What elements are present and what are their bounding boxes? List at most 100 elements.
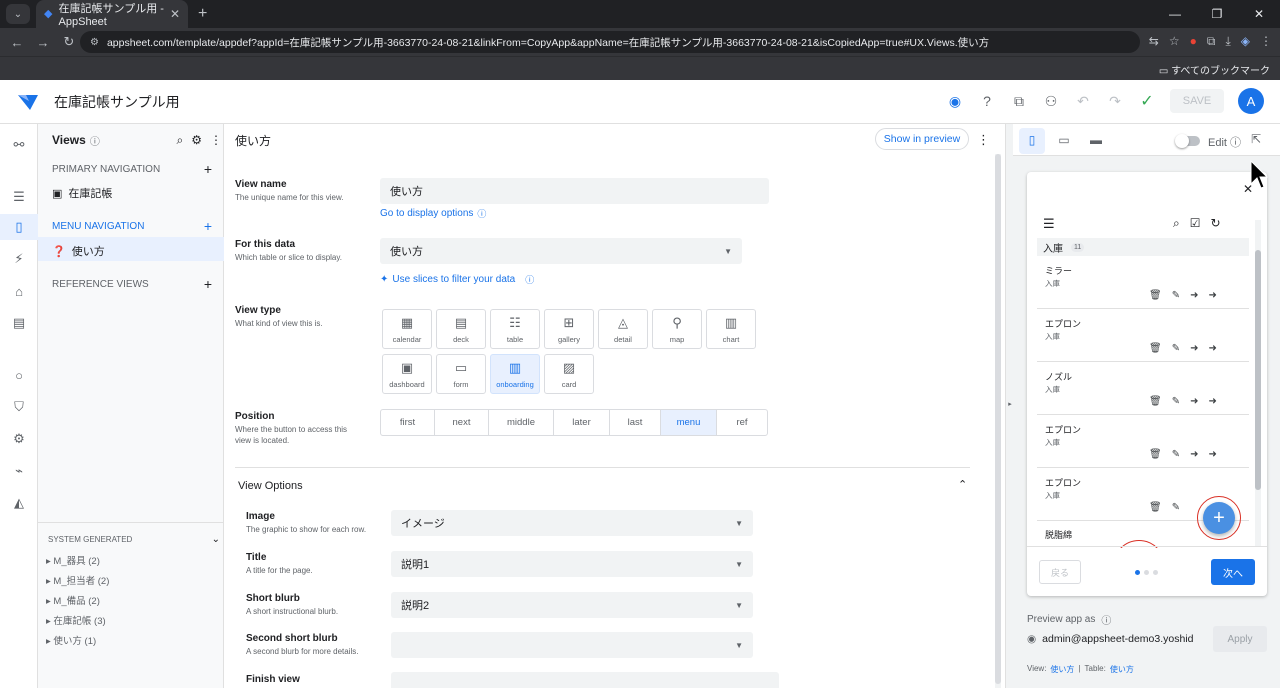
add-reference-view-icon[interactable]: + (204, 276, 212, 292)
phone-icon[interactable]: ▯ (1024, 132, 1040, 148)
delete-icon[interactable]: 🗑 (1149, 343, 1162, 354)
gear-icon[interactable]: ⚙ (191, 133, 202, 148)
image-select[interactable]: イメージ ▼ (391, 510, 753, 536)
edit-icon[interactable]: ✎ (1172, 343, 1180, 354)
back-button[interactable]: 戻る (1039, 560, 1081, 584)
go-icon[interactable]: ➜ (1208, 290, 1216, 301)
extension-icon[interactable]: ● (1190, 34, 1197, 49)
list-item[interactable]: エプロン 入庫 🗑 ✎ ➜ ➜ (1037, 309, 1249, 362)
edit-icon[interactable]: ✎ (1172, 290, 1180, 301)
list-item[interactable]: ミラー 入庫 🗑 ✎ ➜ ➜ (1037, 256, 1249, 309)
go-icon[interactable]: ➜ (1208, 396, 1216, 407)
scrollbar[interactable] (995, 154, 1001, 688)
edit-toggle[interactable] (1175, 134, 1200, 148)
view-options-header[interactable]: View Options (238, 480, 303, 492)
view-type-onboarding[interactable]: ▥ onboarding (490, 354, 540, 394)
close-window-icon[interactable]: ✕ (1238, 0, 1280, 28)
arrow-icon[interactable]: ➜ (1190, 343, 1198, 354)
intelligence-icon[interactable]: ○ (10, 366, 28, 384)
chevron-down-icon[interactable]: ⌄ (212, 534, 220, 545)
short-blurb-select[interactable]: 説明2 ▼ (391, 592, 753, 618)
reload-icon[interactable]: ↻ (56, 34, 82, 50)
panel-divider[interactable]: ▸ (1005, 124, 1013, 688)
delete-icon[interactable]: 🗑 (1149, 449, 1162, 460)
view-type-card[interactable]: ▨ card (544, 354, 594, 394)
list-item[interactable]: ノズル 入庫 🗑 ✎ ➜ ➜ (1037, 362, 1249, 415)
view-type-chart[interactable]: ▥ chart (706, 309, 756, 349)
download-icon[interactable]: ⤓ (1225, 34, 1230, 49)
display-options-link[interactable]: Go to display options ⓘ (380, 207, 486, 220)
view-type-map[interactable]: ⚲ map (652, 309, 702, 349)
edit-icon[interactable]: ✎ (1172, 502, 1180, 513)
table-icon[interactable]: ☰ (10, 188, 28, 206)
undo-icon[interactable]: ↶ (1074, 92, 1092, 110)
automation-icon[interactable]: ⌂ (10, 282, 28, 300)
system-item[interactable]: ▸ M_備品 (2) (46, 593, 100, 607)
second-blurb-select[interactable]: ▼ (391, 632, 753, 658)
apply-button[interactable]: Apply (1213, 626, 1267, 652)
select-checkbox-icon[interactable]: ☑ (1190, 216, 1201, 231)
tablet-icon[interactable]: ▭ (1056, 132, 1072, 148)
forward-icon[interactable]: → (30, 35, 56, 50)
delete-icon[interactable]: 🗑 (1149, 290, 1162, 301)
view-item-inventory[interactable]: ▣ 在庫記帳 (52, 185, 212, 201)
monitor-icon[interactable]: ⌁ (10, 462, 28, 480)
edit-icon[interactable]: ✎ (1172, 396, 1180, 407)
copy-icon[interactable]: ⧉ (1010, 92, 1028, 110)
view-type-calendar[interactable]: ▦ calendar (382, 309, 432, 349)
view-type-gallery[interactable]: ⊞ gallery (544, 309, 594, 349)
actions-icon[interactable]: ⚡ (10, 250, 28, 268)
show-in-preview-button[interactable]: Show in preview (875, 128, 969, 150)
for-data-select[interactable]: 使い方 ▼ (380, 238, 742, 264)
position-ref[interactable]: ref (717, 410, 767, 435)
info-icon[interactable]: ⓘ (90, 133, 100, 148)
more-options-icon[interactable]: ⋮ (977, 132, 990, 148)
arrow-icon[interactable]: ➜ (1190, 290, 1198, 301)
puzzle-icon[interactable]: ⧉ (1207, 34, 1216, 49)
address-bar[interactable]: ⚙ appsheet.com/template/appdef?appId=在庫記… (80, 31, 1140, 53)
next-button[interactable]: 次へ (1211, 559, 1255, 585)
view-item-howto[interactable]: ❓ 使い方 (52, 243, 212, 259)
group-header[interactable]: 入庫 11 (1037, 238, 1249, 256)
table-link[interactable]: 使い方 (1110, 664, 1134, 675)
finish-view-select[interactable] (391, 672, 779, 688)
arrow-icon[interactable]: ➜ (1190, 396, 1198, 407)
back-icon[interactable]: ← (4, 35, 30, 50)
system-item[interactable]: ▸ 在庫記帳 (3) (46, 613, 106, 627)
all-bookmarks[interactable]: ▭ すべてのブックマーク (1159, 62, 1270, 77)
add-fab-button[interactable]: + (1203, 502, 1235, 534)
browser-menu-icon[interactable]: ⋮ (1260, 34, 1272, 49)
system-item[interactable]: ▸ M_担当者 (2) (46, 573, 109, 587)
position-middle[interactable]: middle (489, 410, 554, 435)
system-generated-header[interactable]: SYSTEM GENERATED ⌄ (48, 534, 220, 545)
preview-eye-icon[interactable]: ◉ (946, 92, 964, 110)
delete-icon[interactable]: 🗑 (1149, 396, 1162, 407)
go-icon[interactable]: ➜ (1208, 449, 1216, 460)
security-icon[interactable]: ⛉ (10, 398, 28, 416)
sort-menu-icon[interactable]: ☰ (1043, 216, 1055, 232)
system-item[interactable]: ▸ 使い方 (1) (46, 633, 96, 647)
desktop-icon[interactable]: ▬ (1088, 132, 1104, 148)
search-icon[interactable]: ⌕ (1173, 216, 1180, 231)
view-type-deck[interactable]: ▤ deck (436, 309, 486, 349)
settings-icon[interactable]: ⚙ (10, 430, 28, 448)
phone-scrollbar[interactable] (1255, 220, 1261, 546)
go-icon[interactable]: ➜ (1208, 343, 1216, 354)
position-menu[interactable]: menu (661, 410, 717, 435)
save-button[interactable]: SAVE (1170, 89, 1224, 113)
more-icon[interactable]: ⋮ (210, 133, 222, 148)
minimize-icon[interactable]: — (1154, 0, 1196, 28)
use-slices-link[interactable]: ✦ Use slices to filter your data ⓘ (380, 273, 534, 286)
view-type-form[interactable]: ▭ form (436, 354, 486, 394)
arrow-icon[interactable]: ➜ (1190, 449, 1198, 460)
view-link[interactable]: 使い方 (1050, 664, 1074, 675)
site-info-icon[interactable]: ⚙ (90, 37, 99, 48)
view-type-table[interactable]: ☷ table (490, 309, 540, 349)
position-first[interactable]: first (381, 410, 435, 435)
position-later[interactable]: later (554, 410, 610, 435)
system-item[interactable]: ▸ M_器具 (2) (46, 553, 100, 567)
position-last[interactable]: last (610, 410, 661, 435)
redo-icon[interactable]: ↷ (1106, 92, 1124, 110)
search-icon[interactable]: ⌕ (177, 133, 184, 148)
close-tab-icon[interactable]: ✕ (170, 7, 180, 21)
